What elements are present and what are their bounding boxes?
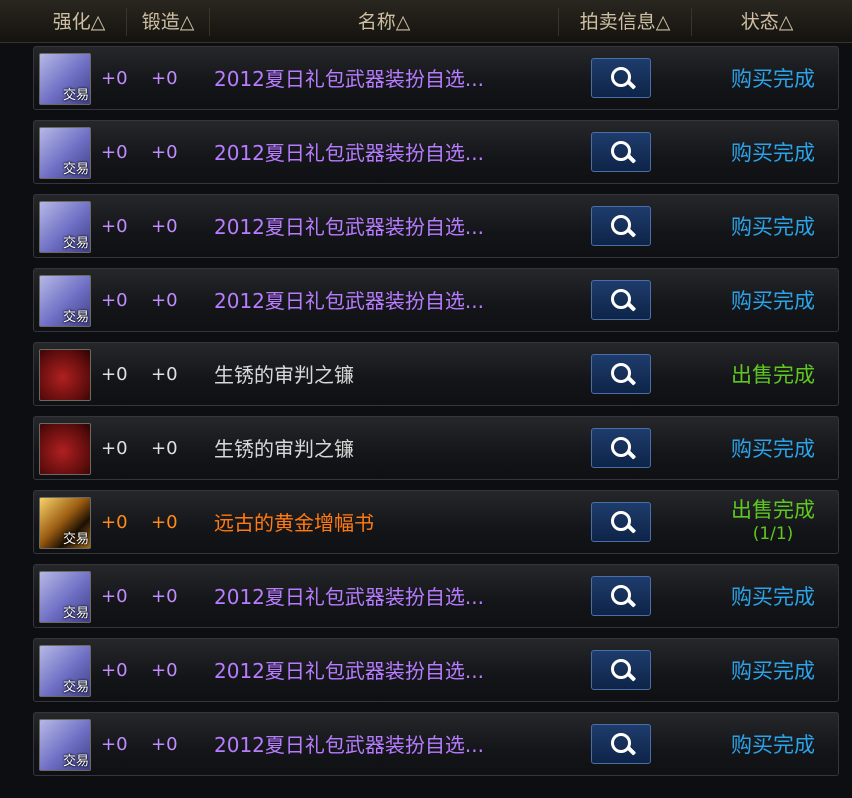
forge-value: +0 — [151, 68, 178, 89]
forge-value: +0 — [151, 512, 178, 533]
forge-value: +0 — [151, 142, 178, 163]
status-text: 购买完成 — [731, 67, 815, 91]
trade-badge: 交易 — [62, 606, 89, 621]
sort-header-auction-info[interactable]: 拍卖信息△ — [558, 8, 691, 36]
item-icon[interactable]: 交易 — [39, 645, 91, 697]
item-icon[interactable]: 交易 — [39, 275, 91, 327]
forge-value: +0 — [151, 438, 178, 459]
enhance-value: +0 — [101, 290, 128, 311]
forge-value: +0 — [151, 660, 178, 681]
table-row[interactable]: 交易 +0 +0 2012夏日礼包武器装扮自选... 购买完成 — [33, 712, 839, 776]
item-name[interactable]: 2012夏日礼包武器装扮自选... — [214, 195, 484, 259]
forge-value: +0 — [151, 364, 178, 385]
status-text: 购买完成 — [731, 141, 815, 165]
table-row[interactable]: 交易 +0 +0 2012夏日礼包武器装扮自选... 购买完成 — [33, 638, 839, 702]
table-row[interactable]: 交易 +0 +0 2012夏日礼包武器装扮自选... 购买完成 — [33, 194, 839, 258]
status-text: 购买完成 — [731, 659, 815, 683]
auction-search-button[interactable] — [591, 502, 651, 542]
auction-search-button[interactable] — [591, 650, 651, 690]
auction-search-button[interactable] — [591, 206, 651, 246]
enhance-value: +0 — [101, 68, 128, 89]
status-text: 购买完成 — [731, 733, 815, 757]
table-header: 强化△ 锻造△ 名称△ 拍卖信息△ 状态△ — [0, 0, 852, 43]
transaction-list: 交易 +0 +0 2012夏日礼包武器装扮自选... 购买完成 交易 +0 +0… — [0, 46, 852, 786]
item-icon[interactable]: 交易 — [39, 571, 91, 623]
enhance-value: +0 — [101, 660, 128, 681]
item-icon[interactable] — [39, 349, 91, 401]
item-name[interactable]: 2012夏日礼包武器装扮自选... — [214, 565, 484, 629]
table-row[interactable]: 交易 +0 +0 2012夏日礼包武器装扮自选... 购买完成 — [33, 564, 839, 628]
trade-badge: 交易 — [62, 680, 89, 695]
status-text: 购买完成 — [731, 289, 815, 313]
auction-search-button[interactable] — [591, 576, 651, 616]
auction-search-button[interactable] — [591, 280, 651, 320]
trade-badge: 交易 — [62, 754, 89, 769]
trade-badge: 交易 — [62, 162, 89, 177]
trade-badge: 交易 — [62, 310, 89, 325]
forge-value: +0 — [151, 586, 178, 607]
item-icon[interactable] — [39, 423, 91, 475]
item-name[interactable]: 远古的黄金增幅书 — [214, 491, 374, 555]
item-name[interactable]: 生锈的审判之镰 — [214, 343, 354, 407]
status-text: 出售完成 (1/1) — [731, 498, 815, 544]
auction-search-button[interactable] — [591, 58, 651, 98]
enhance-value: +0 — [101, 734, 128, 755]
item-name[interactable]: 2012夏日礼包武器装扮自选... — [214, 713, 484, 777]
status-text: 购买完成 — [731, 215, 815, 239]
enhance-value: +0 — [101, 364, 128, 385]
item-name[interactable]: 2012夏日礼包武器装扮自选... — [214, 269, 484, 333]
table-row[interactable]: +0 +0 生锈的审判之镰 购买完成 — [33, 416, 839, 480]
forge-value: +0 — [151, 734, 178, 755]
item-name[interactable]: 2012夏日礼包武器装扮自选... — [214, 121, 484, 185]
item-name[interactable]: 2012夏日礼包武器装扮自选... — [214, 639, 484, 703]
enhance-value: +0 — [101, 512, 128, 533]
auction-search-button[interactable] — [591, 428, 651, 468]
forge-value: +0 — [151, 290, 178, 311]
sort-header-status[interactable]: 状态△ — [691, 8, 842, 36]
table-row[interactable]: +0 +0 生锈的审判之镰 出售完成 — [33, 342, 839, 406]
status-text: 购买完成 — [731, 437, 815, 461]
enhance-value: +0 — [101, 216, 128, 237]
item-icon[interactable]: 交易 — [39, 53, 91, 105]
table-row[interactable]: 交易 +0 +0 2012夏日礼包武器装扮自选... 购买完成 — [33, 46, 839, 110]
forge-value: +0 — [151, 216, 178, 237]
item-icon[interactable]: 交易 — [39, 127, 91, 179]
auction-search-button[interactable] — [591, 132, 651, 172]
trade-badge: 交易 — [62, 532, 89, 547]
item-icon[interactable]: 交易 — [39, 719, 91, 771]
table-row[interactable]: 交易 +0 +0 2012夏日礼包武器装扮自选... 购买完成 — [33, 268, 839, 332]
sort-header-name[interactable]: 名称△ — [209, 8, 558, 36]
item-icon[interactable]: 交易 — [39, 201, 91, 253]
sort-header-enhance[interactable]: 强化△ — [33, 8, 125, 36]
enhance-value: +0 — [101, 142, 128, 163]
enhance-value: +0 — [101, 586, 128, 607]
item-name[interactable]: 2012夏日礼包武器装扮自选... — [214, 47, 484, 111]
status-text: 购买完成 — [731, 585, 815, 609]
auction-search-button[interactable] — [591, 354, 651, 394]
sort-header-forge[interactable]: 锻造△ — [126, 8, 209, 36]
auction-search-button[interactable] — [591, 724, 651, 764]
table-row[interactable]: 交易 +0 +0 2012夏日礼包武器装扮自选... 购买完成 — [33, 120, 839, 184]
trade-badge: 交易 — [62, 88, 89, 103]
status-text: 出售完成 — [731, 363, 815, 387]
item-name[interactable]: 生锈的审判之镰 — [214, 417, 354, 481]
trade-badge: 交易 — [62, 236, 89, 251]
table-row[interactable]: 交易 +0 +0 远古的黄金增幅书 出售完成 (1/1) — [33, 490, 839, 554]
enhance-value: +0 — [101, 438, 128, 459]
item-icon[interactable]: 交易 — [39, 497, 91, 549]
